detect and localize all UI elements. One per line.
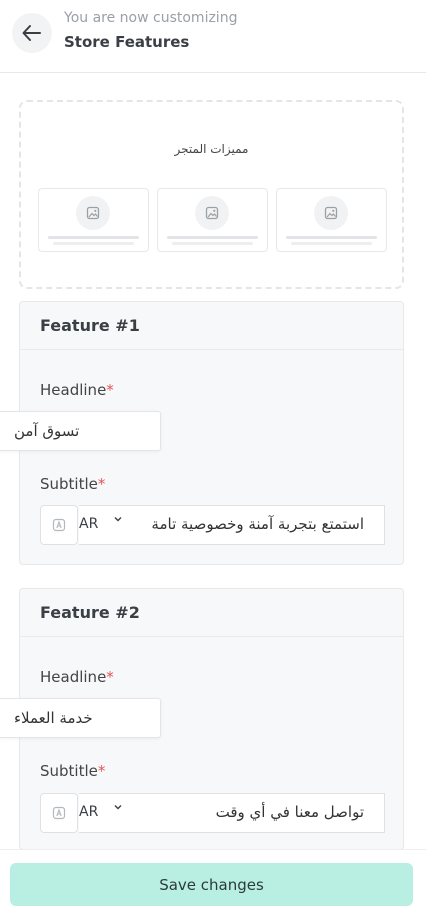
subtitle-input[interactable]: AR تواصل معنا في أي وقت [79, 793, 385, 833]
preview-card [38, 188, 149, 252]
save-button[interactable]: Save changes [10, 863, 413, 906]
headline-value: خدمة العملاء [14, 709, 93, 727]
image-icon [195, 196, 229, 230]
translate-icon [52, 518, 66, 532]
subtitle-label: Subtitle* [40, 762, 106, 780]
placeholder-line [291, 242, 372, 245]
header: You are now customizing Store Features [0, 0, 426, 73]
placeholder-line [48, 236, 139, 239]
translate-icon [52, 806, 66, 820]
subtitle-value: استمتع بتجربة آمنة وخصوصية تامة [151, 515, 364, 533]
feature-title: Feature #1 [20, 302, 403, 350]
section-preview[interactable]: مميزات المتجر [19, 100, 404, 289]
placeholder-line [53, 242, 134, 245]
feature-title: Feature #2 [20, 589, 403, 637]
headline-value: تسوق آمن [14, 422, 80, 440]
chevron-down-icon [114, 517, 122, 522]
language-select[interactable]: AR [79, 804, 98, 820]
image-icon [314, 196, 348, 230]
image-icon [76, 196, 110, 230]
header-subtitle: You are now customizing [64, 10, 238, 26]
footer: Save changes [0, 849, 426, 912]
chevron-down-icon [114, 805, 122, 810]
subtitle-value: تواصل معنا في أي وقت [215, 803, 364, 821]
arrow-left-icon [22, 25, 41, 41]
headline-label: Headline* [40, 668, 114, 686]
translate-button[interactable] [40, 793, 78, 833]
language-select[interactable]: AR [79, 516, 98, 532]
headline-input[interactable]: خدمة العملاء [0, 698, 161, 738]
translate-button[interactable] [40, 505, 78, 545]
preview-card [157, 188, 268, 252]
placeholder-line [172, 242, 253, 245]
back-button[interactable] [12, 13, 52, 53]
headline-input[interactable]: تسوق آمن [0, 411, 161, 451]
headline-label: Headline* [40, 381, 114, 399]
preview-title: مميزات المتجر [174, 142, 249, 156]
subtitle-input[interactable]: AR استمتع بتجربة آمنة وخصوصية تامة [79, 505, 385, 545]
subtitle-label: Subtitle* [40, 475, 106, 493]
placeholder-line [286, 236, 377, 239]
placeholder-line [167, 236, 258, 239]
page-title: Store Features [64, 33, 190, 51]
preview-card [276, 188, 387, 252]
